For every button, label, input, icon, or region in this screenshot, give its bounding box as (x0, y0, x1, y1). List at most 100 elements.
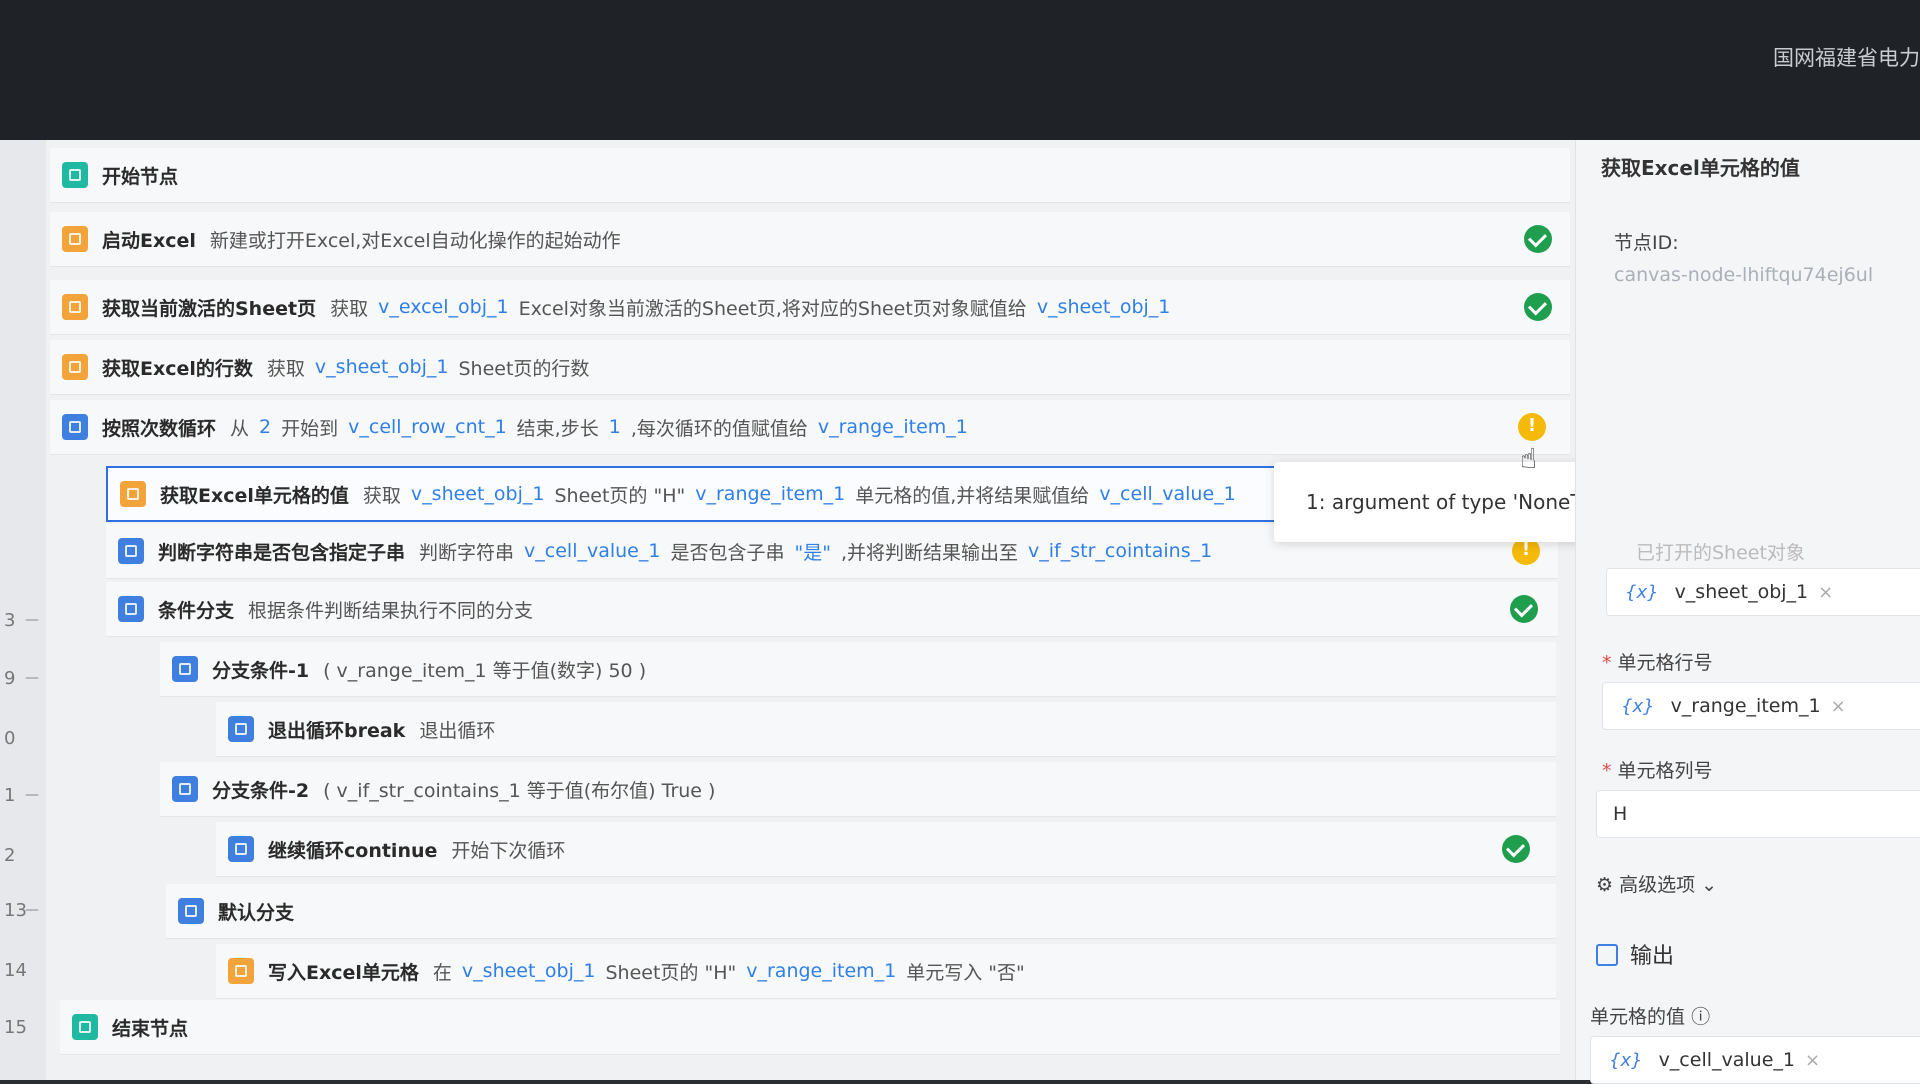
node-type-icon (62, 414, 88, 440)
node-variable: v_sheet_obj_1 (461, 960, 596, 982)
node-title: 判断字符串是否包含指定子串 (158, 541, 406, 564)
cell-value-chip: v_cell_value_1 (1658, 1049, 1795, 1071)
collapse-icon[interactable]: — (25, 612, 39, 628)
node-variable: v_range_item_1 (695, 483, 846, 505)
node-title: 获取Excel单元格的值 (160, 484, 349, 507)
node-description: 从 (230, 417, 250, 440)
output-icon (1596, 944, 1618, 966)
sheet-object-label: 已打开的Sheet对象 (1636, 542, 1805, 564)
flow-node-continue[interactable]: 继续循环continue 开始下次循环 (216, 822, 1556, 877)
node-type-icon (118, 538, 144, 564)
node-title: 按照次数循环 (102, 417, 217, 440)
node-type-icon (62, 162, 88, 188)
node-description: 获取 (362, 484, 401, 507)
flow-node-branch-1[interactable]: 分支条件-1 ( v_range_item_1 等于值(数字) 50 ) (160, 642, 1556, 697)
node-title: 条件分支 (158, 599, 235, 622)
node-variable: v_cell_value_1 (524, 540, 661, 562)
node-description: Sheet页的行数 (458, 357, 590, 380)
cell-value-output-field[interactable]: {x} v_cell_value_1 × (1590, 1036, 1920, 1084)
success-check-icon[interactable] (1502, 835, 1530, 863)
node-description: 结束,步长 (516, 417, 599, 440)
flow-node-cond-branch[interactable]: 条件分支 根据条件判断结果执行不同的分支 (106, 582, 1558, 637)
variable-icon: {x} (1609, 1049, 1643, 1071)
node-title: 分支条件-1 (212, 659, 310, 682)
node-type-icon (228, 958, 254, 984)
collapse-icon[interactable]: — (25, 902, 39, 918)
advanced-options-toggle[interactable]: ⚙ 高级选项 ⌄ (1596, 870, 1717, 897)
flow-node-get-active-sheet[interactable]: 获取当前激活的Sheet页 获取 v_excel_obj_1 Excel对象当前激活的… (50, 280, 1570, 335)
success-check-icon[interactable] (1524, 293, 1552, 321)
sheet-object-field[interactable]: {x} v_sheet_obj_1 × (1606, 568, 1920, 616)
flow-canvas: 3—9—0 1—2 13—14 15 开始节点 启动Excel 新建或打开Excel,对E… (0, 140, 1794, 1080)
node-description: 退出循环 (419, 719, 496, 742)
flow-node-loop[interactable]: 按照次数循环从 2 开始到 v_cell_row_cnt_1 结束,步长 1 ,每次循环的值… (50, 400, 1570, 455)
collapse-icon[interactable]: — (25, 670, 39, 686)
flow-node-write-cell[interactable]: 写入Excel单元格在 v_sheet_obj_1 Sheet页的 "H" v_ran… (216, 944, 1556, 999)
node-title: 继续循环continue (268, 839, 438, 862)
line-number: 1 (4, 785, 16, 806)
variable-icon: {x} (1621, 695, 1655, 717)
warning-icon[interactable] (1518, 413, 1546, 441)
line-number: 2 (4, 845, 16, 866)
node-description: ,并将判断结果输出至 (840, 541, 1019, 564)
properties-panel: 获取Excel单元格的值 节点ID: canvas-node-lhiftqu74… (1575, 140, 1920, 1084)
flow-node-start[interactable]: 开始节点 (50, 148, 1570, 203)
node-description: Excel对象当前激活的Sheet页,将对应的Sheet页对象赋值给 (518, 297, 1027, 320)
node-variable: v_sheet_obj_1 (410, 483, 545, 505)
hand-cursor-icon: ☝ (1520, 442, 1538, 475)
node-description: 判断字符串 (419, 541, 515, 564)
line-number-gutter: 3—9—0 1—2 13—14 15 (0, 140, 46, 1080)
node-variable: v_cell_row_cnt_1 (348, 416, 507, 438)
node-description: 根据条件判断结果执行不同的分支 (248, 599, 534, 622)
flow-node-end[interactable]: 结束节点 (60, 1000, 1560, 1055)
node-variable: v_range_item_1 (746, 960, 897, 982)
top-bar: 国网福建省电力 (0, 0, 1920, 140)
collapse-icon[interactable]: — (25, 787, 39, 803)
flow-node-branch-2[interactable]: 分支条件-2 ( v_if_str_cointains_1 等于值(布尔值) Tr… (160, 762, 1556, 817)
output-section-title: 输出 (1596, 938, 1674, 970)
node-variable: v_excel_obj_1 (378, 296, 509, 318)
close-icon[interactable]: × (1831, 696, 1846, 717)
cell-value-label: 单元格的值 ⓘ (1590, 1006, 1711, 1028)
node-title: 分支条件-2 (212, 779, 310, 802)
info-icon: ⓘ (1691, 1006, 1711, 1028)
node-description: 获取 (330, 297, 369, 320)
column-number-input[interactable]: H (1596, 790, 1920, 838)
flow-node-get-row-count[interactable]: 获取Excel的行数 获取 v_sheet_obj_1 Sheet页的行数 (50, 340, 1570, 395)
node-id-value: canvas-node-lhiftqu74ej6ul (1614, 264, 1874, 286)
node-variable: v_cell_value_1 (1099, 483, 1236, 505)
close-icon[interactable]: × (1818, 582, 1833, 603)
flow-node-launch-excel[interactable]: 启动Excel 新建或打开Excel,对Excel自动化操作的起始动作 (50, 212, 1570, 267)
node-description: 在 (432, 961, 452, 984)
node-description: 开始到 (281, 417, 339, 440)
node-description: ( v_if_str_cointains_1 等于值(布尔值) True ) (323, 779, 716, 802)
node-title: 结束节点 (112, 1017, 189, 1040)
success-check-icon[interactable] (1510, 595, 1538, 623)
node-description: 单元写入 "否" (906, 961, 1025, 984)
column-number-label: * 单元格列号 (1602, 760, 1713, 782)
node-description: 获取 (266, 357, 305, 380)
node-variable: 1 (608, 416, 621, 438)
close-icon[interactable]: × (1805, 1050, 1820, 1071)
required-mark: * (1602, 652, 1612, 674)
node-title: 获取Excel的行数 (102, 357, 253, 380)
node-title: 默认分支 (218, 901, 295, 924)
success-check-icon[interactable] (1524, 225, 1552, 253)
node-description: Sheet页的 "H" (554, 484, 686, 507)
node-type-icon (172, 656, 198, 682)
node-variable: v_sheet_obj_1 (1036, 296, 1171, 318)
node-description: ,每次循环的值赋值给 (630, 417, 808, 440)
flow-node-break[interactable]: 退出循环break 退出循环 (216, 702, 1556, 757)
node-variable: v_if_str_cointains_1 (1028, 540, 1213, 562)
line-number: 15 (4, 1017, 27, 1038)
node-type-icon (118, 596, 144, 622)
node-type-icon (62, 294, 88, 320)
node-type-icon (228, 836, 254, 862)
line-number: 9 (4, 668, 16, 689)
node-title: 启动Excel (102, 229, 196, 252)
node-type-icon (178, 898, 204, 924)
node-type-icon (62, 226, 88, 252)
sheet-object-chip: v_sheet_obj_1 (1674, 581, 1809, 603)
flow-node-default-branch[interactable]: 默认分支 (166, 884, 1556, 939)
row-number-field[interactable]: {x} v_range_item_1 × (1602, 682, 1920, 730)
